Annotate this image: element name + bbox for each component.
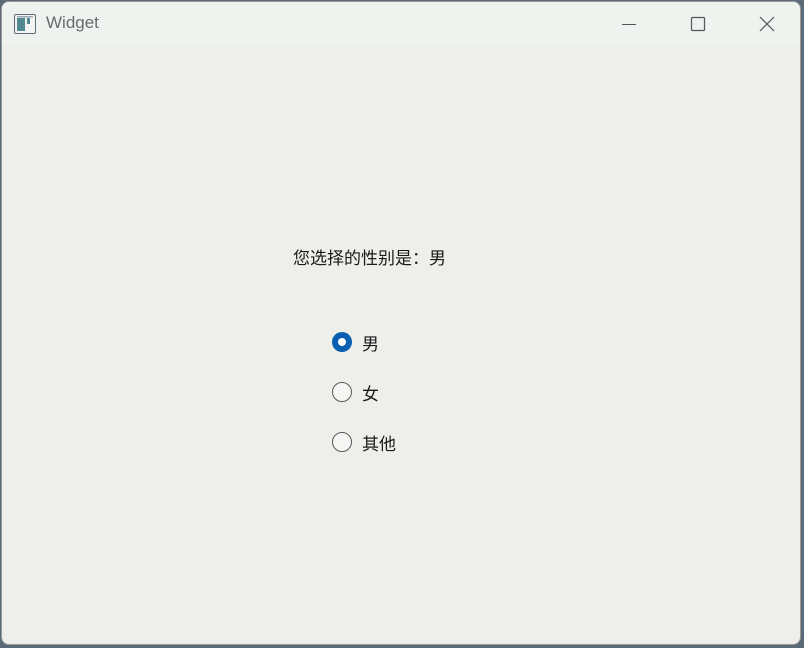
radio-indicator[interactable] — [332, 332, 352, 352]
selected-gender-label: 您选择的性别是：男 — [293, 249, 446, 269]
radio-male[interactable]: 男 — [332, 329, 379, 355]
maximize-icon — [690, 16, 706, 32]
maximize-button[interactable] — [663, 2, 733, 46]
radio-label: 其他 — [362, 434, 396, 455]
radio-female[interactable]: 女 — [332, 379, 379, 405]
minimize-icon — [622, 24, 636, 25]
radio-label: 女 — [362, 384, 379, 405]
client-area: 您选择的性别是：男 男 女 其他 — [2, 46, 800, 644]
title-bar[interactable]: Widget — [2, 2, 800, 46]
radio-indicator[interactable] — [332, 382, 352, 402]
radio-other[interactable]: 其他 — [332, 429, 396, 455]
close-button[interactable] — [732, 2, 800, 46]
minimize-button[interactable] — [594, 2, 664, 46]
radio-label: 男 — [362, 334, 379, 355]
radio-indicator[interactable] — [332, 432, 352, 452]
close-icon — [759, 16, 775, 32]
window-title: Widget — [46, 13, 99, 32]
app-window-icon — [14, 14, 36, 34]
app-window: Widget 您选择的性别是：男 男 女 其他 — [1, 1, 801, 645]
